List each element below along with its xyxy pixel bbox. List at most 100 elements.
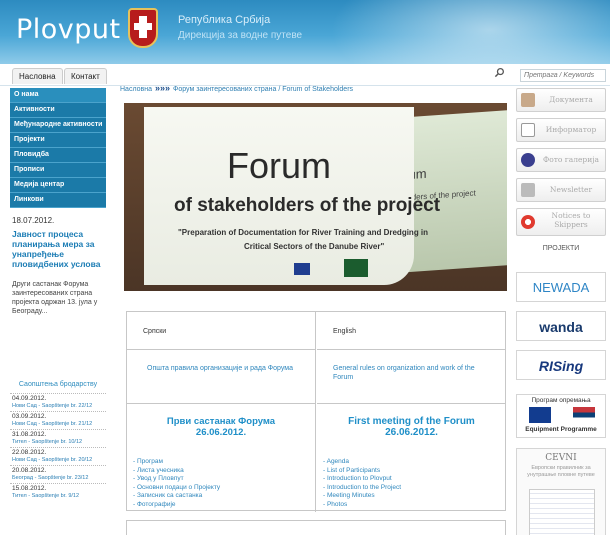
serbian-column: Српски Општа правила организације и рада… <box>127 312 316 512</box>
photo-gallery-button[interactable]: Фото галерија <box>516 148 606 172</box>
english-column: English General rules on organization an… <box>317 312 506 512</box>
notice-date: 20.08.2012. <box>10 465 106 474</box>
camera-icon <box>521 153 535 167</box>
documents-icon <box>521 93 535 107</box>
doc-list-serbian: - Програм - Листа учесника - Увод у Плов… <box>127 458 315 509</box>
newsletter-icon <box>521 183 535 197</box>
nav-item-about[interactable]: О нама <box>10 88 106 103</box>
left-navigation: О нама Активности Међународне активности… <box>10 88 106 208</box>
meeting-heading-serbian: Први састанак Форума 26.06.2012. <box>127 404 315 438</box>
doc-link[interactable]: - List of Participants <box>323 467 506 476</box>
project-logo-icon <box>344 259 368 277</box>
screen-project-title-1: "Preparation of Documentation for River … <box>178 228 429 237</box>
projection-screen-main: Forum of stakeholders of the project "Pr… <box>144 107 440 285</box>
nav-item-links[interactable]: Линкови <box>10 193 106 208</box>
news-body: Други састанак Форума заинтересованих ст… <box>12 281 98 315</box>
news-date: 18.07.2012. <box>12 216 55 225</box>
notice-link[interactable]: Нови Сад - Saopštenje br. 22/12 <box>10 402 106 411</box>
breadcrumb-home[interactable]: Насловна <box>120 86 152 93</box>
header-directorate: Дирекција за водне путеве <box>178 30 303 41</box>
newada-logo: NEWADA <box>532 280 590 295</box>
documents-button[interactable]: Документа <box>516 88 606 112</box>
header-glow <box>330 0 610 64</box>
rules-link-serbian[interactable]: Општа правила организације и рада Форума <box>127 350 315 404</box>
newsletter-label: Newsletter <box>549 185 593 194</box>
cevni-banner[interactable]: CEVNI Европски правилник за унутрашње пл… <box>516 448 606 535</box>
search-icon[interactable] <box>494 67 505 78</box>
doc-link[interactable]: - Листа учесника <box>133 467 315 476</box>
doc-link[interactable]: - Agenda <box>323 458 506 467</box>
informer-icon <box>521 123 535 137</box>
informer-button[interactable]: Информатор <box>516 118 606 142</box>
meeting-title-serbian: Први састанак Форума <box>166 416 276 427</box>
documents-label: Документа <box>549 95 593 104</box>
equipment-programme-label: Equipment Programme <box>525 426 597 433</box>
column-header-english: English <box>317 312 506 350</box>
notice-date: 04.09.2012. <box>10 393 106 402</box>
eu-flag-icon <box>294 263 310 275</box>
photo-gallery-label: Фото галерија <box>543 155 599 164</box>
rising-banner[interactable]: RISing <box>516 350 606 380</box>
notice-date: 31.08.2012. <box>10 429 106 438</box>
screen-project-title-2: Critical Sectors of the Danube River" <box>244 242 385 251</box>
notice-link[interactable]: Тител - Saopštenje br. 9/12 <box>10 492 106 501</box>
doc-link[interactable]: - Meeting Minutes <box>323 492 506 501</box>
notice-link[interactable]: Тител - Saopštenje br. 10/12 <box>10 438 106 447</box>
site-logo[interactable]: Plovput <box>16 14 121 45</box>
column-header-serbian: Српски <box>127 312 315 350</box>
site-header: Plovput Република Србија Дирекција за во… <box>0 0 610 64</box>
documents-table: Српски Општа правила организације и рада… <box>126 311 506 512</box>
doc-list-english: - Agenda - List of Participants - Introd… <box>317 458 506 509</box>
lifebuoy-icon <box>521 215 535 229</box>
wanda-banner[interactable]: wanda <box>516 311 606 341</box>
cevni-signs-image <box>529 489 595 535</box>
news-title-link[interactable]: Јавност процеса планирања мера за унапре… <box>12 229 108 269</box>
doc-link[interactable]: - Photos <box>323 501 506 510</box>
doc-link[interactable]: - Introduction to Plovput <box>323 475 506 484</box>
projects-title: ПРОЈЕКТИ <box>542 245 580 252</box>
breadcrumb: Насловна»»» Форум заинтересованих страна … <box>120 83 353 93</box>
newsletter-button[interactable]: Newsletter <box>516 178 606 202</box>
forum-photo: Forum of stakeholders of the project For… <box>124 103 507 291</box>
notice-date: 15.08.2012. <box>10 483 106 492</box>
meeting-heading-english: First meeting of the Forum 26.06.2012. <box>317 404 506 438</box>
nav-item-media[interactable]: Медија центар <box>10 178 106 193</box>
screen-forum-title: Forum <box>226 145 331 186</box>
notice-date: 22.08.2012. <box>10 447 106 456</box>
nav-item-projects[interactable]: Пројекти <box>10 133 106 148</box>
rules-link-english[interactable]: General rules on organization and work o… <box>317 350 506 404</box>
notices-to-skippers-button[interactable]: Notices to Skippers <box>516 208 606 236</box>
notices-title[interactable]: Саопштења бродарству <box>10 381 106 388</box>
notices-to-skippers-label: Notices to Skippers <box>551 211 591 229</box>
screen-stakeholders-text: of stakeholders of the project <box>174 195 441 216</box>
doc-link[interactable]: - Увод у Пловпут <box>133 475 315 484</box>
breadcrumb-arrows-icon: »»» <box>154 83 171 93</box>
serbia-crest-icon <box>128 8 158 48</box>
doc-link[interactable]: - Фотографије <box>133 501 315 510</box>
nav-item-navigation[interactable]: Пловидба <box>10 148 106 163</box>
nav-item-activities[interactable]: Активности <box>10 103 106 118</box>
nav-item-international[interactable]: Међународне активности <box>10 118 106 133</box>
doc-link[interactable]: - Introduction to the Project <box>323 484 506 493</box>
right-sidebar: Документа Информатор Фото галерија Newsl… <box>516 88 606 242</box>
doc-link[interactable]: - Основни подаци о Пројекту <box>133 484 315 493</box>
equipment-programme-title: Програм опремања <box>531 397 591 404</box>
nav-item-regulations[interactable]: Прописи <box>10 163 106 178</box>
notice-link[interactable]: Нови Сад - Saopštenje br. 20/12 <box>10 456 106 465</box>
notice-link[interactable]: Нови Сад - Saopštenje br. 21/12 <box>10 420 106 429</box>
notice-date: 03.09.2012. <box>10 411 106 420</box>
notices-list: 04.09.2012. Нови Сад - Saopštenje br. 22… <box>10 393 106 501</box>
tab-home[interactable]: Насловна <box>12 68 63 84</box>
search-input[interactable] <box>520 69 606 82</box>
meeting-title-english: First meeting of the Forum <box>348 416 475 427</box>
tab-contact[interactable]: Контакт <box>64 68 107 84</box>
header-republic: Република Србија <box>178 14 271 26</box>
meeting-date-english: 26.06.2012. <box>385 427 438 438</box>
notice-link[interactable]: Београд - Saopštenje br. 23/12 <box>10 474 106 483</box>
equipment-programme-banner[interactable]: Програм опремања Equipment Programme <box>516 394 606 438</box>
doc-link[interactable]: - Записник са састанка <box>133 492 315 501</box>
cevni-title: CEVNI <box>545 453 577 463</box>
breadcrumb-current[interactable]: Форум заинтересованих страна / Forum of … <box>173 86 353 93</box>
newada-banner[interactable]: NEWADA <box>516 272 606 302</box>
doc-link[interactable]: - Програм <box>133 458 315 467</box>
